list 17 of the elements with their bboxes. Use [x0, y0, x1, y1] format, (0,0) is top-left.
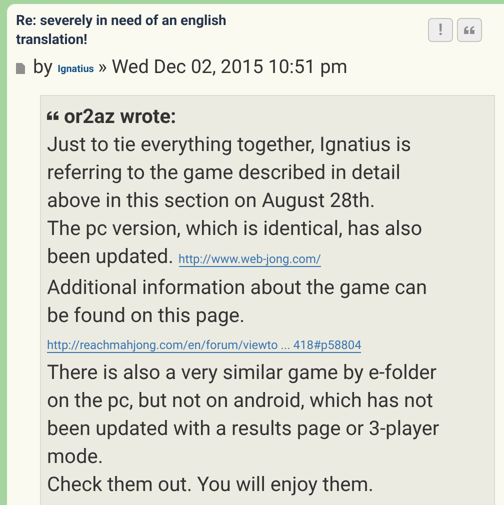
- quote-link[interactable]: http://www.web-jong.com/: [178, 252, 321, 266]
- quote-icon: [464, 26, 475, 34]
- post-date: » Wed Dec 02, 2015 10:51 pm: [98, 54, 348, 80]
- post-icon: [16, 62, 25, 74]
- quote-icon: [47, 111, 59, 120]
- quote-button[interactable]: [457, 18, 482, 42]
- quote-text: The pc version, which is identical, has also been updated. http://www.web-jong.com/: [47, 214, 424, 270]
- quote-text: Just to tie everything together, Ignatius is referring to the game described in detail above in this section on August 28th.: [47, 130, 412, 214]
- quote-text: Check them out. You will enjoy them.: [47, 470, 375, 498]
- quote-text: There is also a very similar game by e-folder on the pc, but not on android, which has not been updated with a results page or 3-player mode.: [47, 358, 440, 470]
- post-title: Re: severely in need of an english translation!: [16, 12, 228, 50]
- report-button[interactable]: !: [428, 18, 453, 42]
- quote-link[interactable]: http://reachmahjong.com/en/forum/viewto ... 418#p58804: [47, 338, 362, 352]
- quote-text: Additional information about the game can be found on this page.: [47, 274, 428, 328]
- byline-by: by: [33, 54, 53, 80]
- author-link[interactable]: Ignatius: [58, 62, 94, 77]
- quote-author: or2az wrote:: [64, 102, 176, 130]
